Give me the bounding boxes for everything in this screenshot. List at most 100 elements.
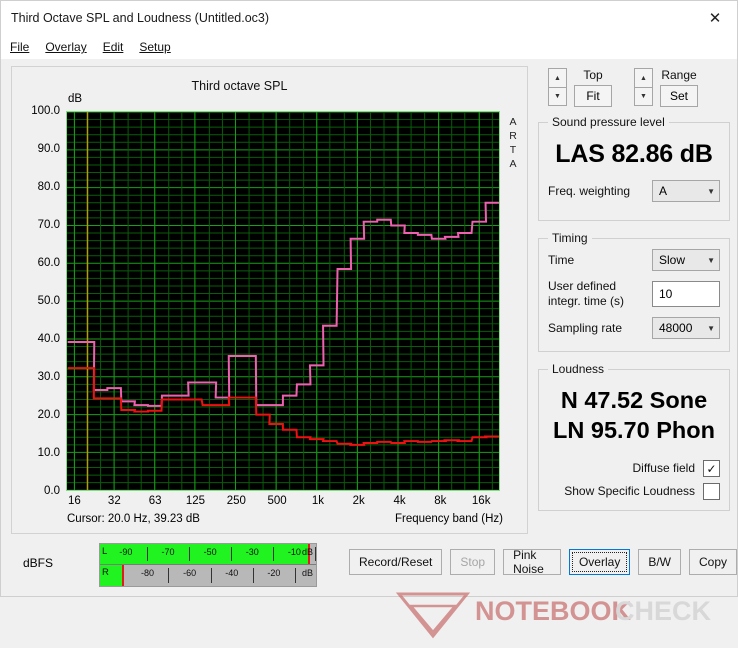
cursor-readout: Cursor: 20.0 Hz, 39.23 dB [67,513,200,525]
x-axis-tick: 250 [226,495,246,507]
level-meter-tick: -20 [267,568,281,578]
diffuse-field-label: Diffuse field [632,461,695,475]
level-meter-tick: -50 [203,547,217,557]
chevron-down-icon: ▼ [707,323,715,333]
range-spinner-up-icon[interactable]: ▲ [634,68,653,87]
integration-time-row: User defined integr. time (s) 10 [548,279,720,309]
arta-letter: T [509,144,517,156]
menu-setup-label: Setup [139,40,171,54]
top-spinner-down-icon[interactable]: ▼ [548,87,567,106]
specific-loudness-row: Show Specific Loudness [548,483,720,500]
y-axis-tick: 100.0 [31,105,60,117]
sampling-rate-row: Sampling rate 48000 ▼ [548,317,720,339]
y-axis-tick: 10.0 [37,447,60,459]
fit-button[interactable]: Fit [574,85,612,107]
notebookcheck-watermark: NOTEBOOK CHECK [395,592,712,639]
window-title: Third Octave SPL and Loudness (Untitled.… [11,11,270,25]
integration-time-label-line2: integr. time (s) [548,294,625,308]
arta-watermark-label: ARTA [505,115,521,171]
range-spinner-down-icon[interactable]: ▼ [634,87,653,106]
level-meter-tick-mark [273,547,275,561]
b-w-button[interactable]: B/W [638,549,681,575]
menu-item-setup[interactable]: Setup [139,40,170,54]
svg-text:NOTEBOOK: NOTEBOOK [475,596,632,626]
menu-bar: File Overlay Edit Setup [1,35,737,59]
y-axis-tick: 0.0 [44,485,60,497]
range-spinner[interactable]: ▲ ▼ [634,68,653,106]
top-spinner-up-icon[interactable]: ▲ [548,68,567,87]
top-label: Top [583,68,603,82]
sampling-rate-label: Sampling rate [548,320,623,335]
level-meter-tick-mark [210,568,212,583]
level-meter-left-unit: dB [301,547,313,557]
level-meter-tick-mark [188,547,190,561]
range-control: Range Set [660,68,698,107]
dbfs-label: dBFS [23,556,54,570]
chart-title: Third octave SPL [191,79,288,93]
title-bar: Third Octave SPL and Loudness (Untitled.… [1,1,737,35]
action-button-row: Record/Reset Stop Pink Noise Overlay B/W Copy [349,548,737,576]
pink-noise-button[interactable]: Pink Noise [503,548,561,576]
level-meter-tick: -80 [141,568,155,578]
integration-time-label-line1: User defined [548,279,617,293]
time-row: Time Slow ▼ [548,249,720,271]
loudness-legend: Loudness [552,362,605,376]
top-spinner[interactable]: ▲ ▼ [548,68,567,106]
sampling-rate-select[interactable]: 48000 ▼ [652,317,720,339]
time-value: Slow [659,253,686,267]
x-axis-tick: 1k [311,495,324,507]
chevron-down-icon: ▼ [707,186,715,196]
level-meter-tick-mark [252,568,254,583]
level-meter-tick-mark [168,568,170,583]
sampling-rate-value: 48000 [659,321,693,335]
close-icon[interactable]: ✕ [693,1,737,35]
time-select[interactable]: Slow ▼ [652,249,720,271]
specific-loudness-checkbox[interactable] [703,483,720,500]
y-axis-tick: 70.0 [37,219,60,231]
copy-button[interactable]: Copy [688,549,737,575]
menu-overlay-label: Overlay [45,40,87,54]
level-meter: L dB -90 -70 -50 -30 -10 R dB -80 -60 -40 -20 [99,543,317,587]
menu-item-file[interactable]: File [10,40,29,54]
svg-text:CHECK: CHECK [615,596,712,626]
x-axis-labels: 16 32 63 125 250 500 1k 2k 4k 8k 16k [66,495,502,511]
range-label: Range [661,68,697,82]
app-window: Third Octave SPL and Loudness (Untitled.… [0,0,738,639]
level-meter-right-label: R [102,567,109,578]
freq-weighting-select[interactable]: A ▼ [652,180,720,202]
x-axis-tick: 32 [107,495,121,507]
menu-item-overlay[interactable]: Overlay [45,40,86,54]
level-meter-tick: -30 [245,547,259,557]
level-meter-tick: -40 [225,568,239,578]
level-meter-tick-mark [315,547,317,561]
record-reset-button[interactable]: Record/Reset [349,549,443,575]
loudness-group: Loudness N 47.52 Sone LN 95.70 Phon Diff… [538,362,730,511]
x-axis-tick: 16 [68,495,81,507]
overlay-button[interactable]: Overlay [568,549,631,575]
plot-area[interactable] [66,111,500,491]
menu-item-edit[interactable]: Edit [103,40,124,54]
y-axis-tick: 90.0 [37,143,60,155]
level-meter-tick: -10 [287,547,301,557]
freq-weighting-label: Freq. weighting [548,183,631,198]
level-meter-tick-mark [294,568,296,583]
y-axis-tick: 20.0 [37,409,60,421]
integration-time-input[interactable]: 10 [652,281,720,307]
x-axis-tick: 16k [471,495,491,507]
bottom-bar: dBFS L dB -90 -70 -50 -30 -10 R dB -80 -60 -40… [1,540,737,596]
diffuse-field-checkbox[interactable]: ✓ [703,460,720,477]
arta-letter: A [509,116,517,128]
timing-legend: Timing [552,231,588,245]
set-button[interactable]: Set [660,85,698,107]
level-meter-left-label: L [102,546,108,557]
y-axis-unit-label: dB [68,93,83,105]
level-meter-tick-mark [146,547,148,561]
loudness-readouts: N 47.52 Sone LN 95.70 Phon [548,380,720,454]
loudness-sone-readout: N 47.52 Sone [560,387,708,413]
level-meter-tick: -70 [161,547,175,557]
stop-button: Stop [450,549,496,575]
spl-legend: Sound pressure level [552,115,665,129]
x-axis-tick: 125 [185,495,206,507]
chart-panel: Third octave SPL dB 0.0 10.0 20.0 30.0 40.0 5… [11,66,528,534]
right-panel: ▲ ▼ Top Fit ▲ ▼ Range Set Sound pressure… [538,66,730,521]
